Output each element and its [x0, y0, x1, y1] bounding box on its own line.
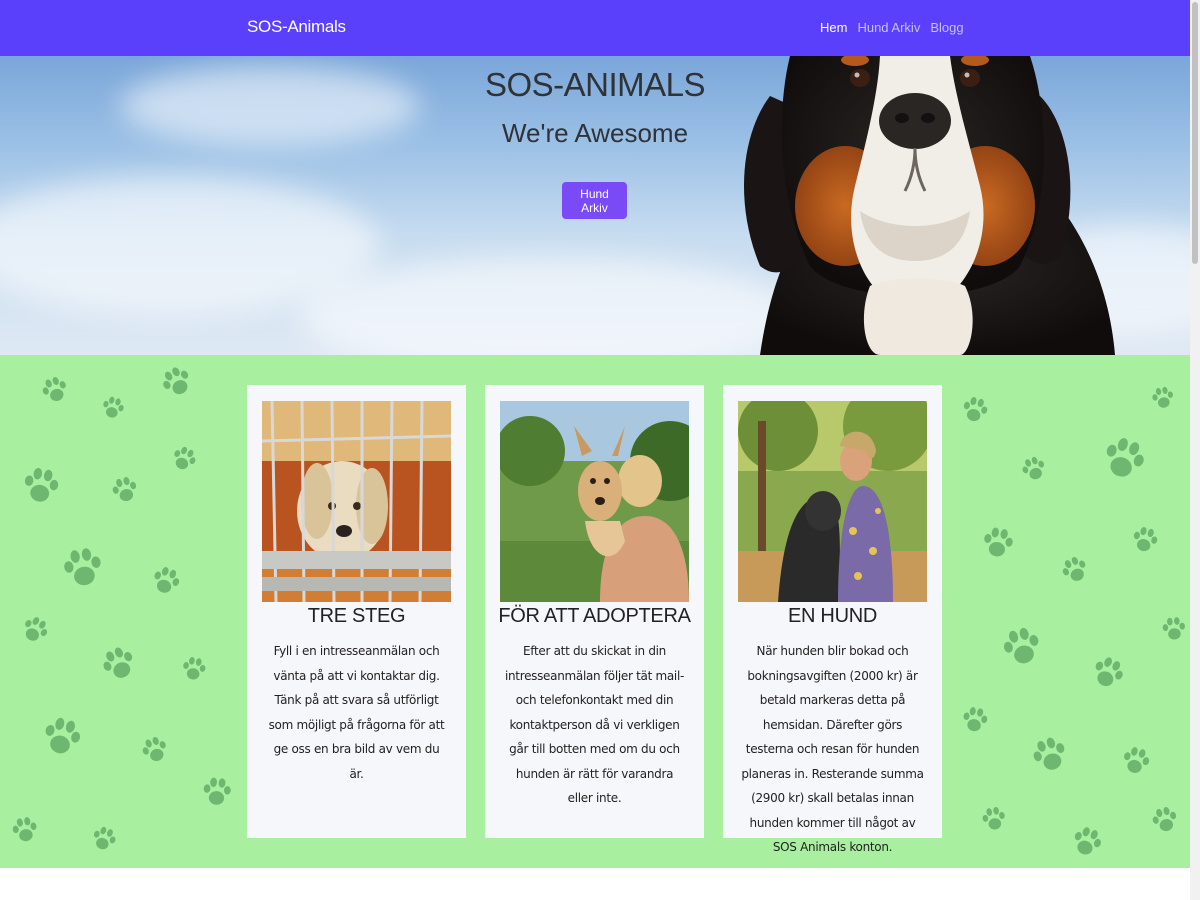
paw-print-icon — [1152, 807, 1177, 832]
cloud — [300, 256, 800, 355]
paw-print-icon — [1074, 827, 1101, 855]
paw-print-icon — [203, 777, 231, 805]
hero-title: SOS-ANIMALS — [484, 66, 706, 103]
paw-print-icon — [1062, 556, 1086, 581]
navbar: SOS-Animals Hem Hund Arkiv Blogg — [0, 0, 1190, 56]
nav-link-blogg[interactable]: Blogg — [930, 20, 963, 35]
paw-print-icon — [45, 717, 81, 754]
card-title: EN HUND — [787, 605, 877, 627]
paw-print-icon — [25, 617, 48, 641]
scrollbar-thumb[interactable] — [1192, 2, 1198, 264]
card-image-woman-kissing-dog — [738, 401, 927, 602]
paw-print-icon — [163, 367, 189, 395]
card-text: När hunden blir bokad och bokningsavgift… — [741, 644, 924, 854]
nav-links: Hem Hund Arkiv Blogg — [820, 20, 964, 35]
paw-print-icon — [103, 396, 124, 418]
card-text: Efter att du skickat in din intresseanmä… — [504, 644, 685, 805]
paw-print-icon — [963, 707, 988, 732]
paw-print-icon — [1162, 617, 1185, 640]
card-image-woman-holding-dog — [500, 401, 689, 602]
paw-print-icon — [1152, 386, 1173, 408]
paw-print-icon — [42, 376, 66, 402]
paw-print-icon — [24, 467, 59, 502]
paw-print-icon — [112, 477, 137, 502]
card-image-caged-dog — [262, 401, 451, 602]
paw-print-icon — [64, 548, 101, 586]
card-tre-steg: TRE STEG Fyll i en intresseanmälan och v… — [247, 385, 466, 838]
paw-print-icon — [174, 446, 196, 470]
card-for-att-adoptera: FÖR ATT ADOPTERA Efter att du skickat in… — [485, 385, 704, 838]
paw-print-icon — [1003, 627, 1039, 664]
paw-print-icon — [12, 817, 37, 842]
brand-link[interactable]: SOS-Animals — [247, 17, 346, 37]
paw-print-icon — [1106, 438, 1144, 477]
paw-print-icon — [142, 736, 166, 762]
paw-print-icon — [183, 656, 206, 680]
paw-print-icon — [984, 527, 1013, 557]
paw-print-icon — [154, 567, 180, 593]
paw-print-icon — [1033, 737, 1065, 770]
paw-print-icon — [982, 806, 1005, 830]
paw-print-icon — [1022, 456, 1045, 480]
card-en-hund: EN HUND När hunden blir bokad och boknin… — [723, 385, 942, 854]
paw-print-icon — [963, 397, 988, 422]
hero-banner: SOS-ANIMALS We're Awesome Hund Arkiv — [0, 56, 1190, 355]
paw-print-icon — [1133, 527, 1158, 552]
features-section: TRE STEG Fyll i en intresseanmälan och v… — [0, 355, 1190, 868]
paw-print-icon — [1095, 657, 1123, 687]
hero-subtitle: We're Awesome — [501, 118, 689, 148]
card-text: Fyll i en intresseanmälan och vänta på a… — [268, 644, 445, 781]
card-title: TRE STEG — [307, 605, 406, 627]
paw-print-icon — [103, 647, 133, 678]
paw-print-icon — [1124, 747, 1150, 773]
paw-print-icon — [93, 826, 116, 850]
hund-arkiv-button[interactable]: Hund Arkiv — [562, 182, 627, 219]
scrollbar[interactable] — [1190, 0, 1200, 900]
nav-link-hem[interactable]: Hem — [820, 20, 847, 35]
card-title: FÖR ATT ADOPTERA — [498, 605, 691, 627]
nav-link-hund-arkiv[interactable]: Hund Arkiv — [857, 20, 920, 35]
